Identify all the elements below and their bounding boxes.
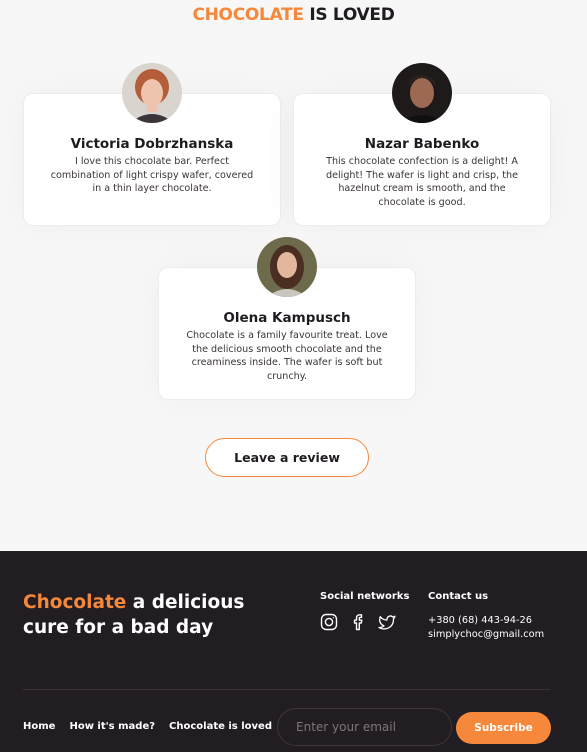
footer-nav: Home How it's made? Chocolate is loved <box>23 721 272 732</box>
review-text: This chocolate confection is a delight! … <box>326 156 518 208</box>
footer-slogan: Chocolate a delicious cure for a bad day <box>23 590 283 640</box>
subscribe-button[interactable]: Subscribe <box>456 712 551 744</box>
page: CHOCOLATE IS LOVED Victoria Dobrzhanska … <box>0 0 587 752</box>
section-title-accent: CHOCOLATE <box>192 5 304 25</box>
social-networks-title: Social networks <box>320 591 410 602</box>
avatar <box>122 63 182 123</box>
reviewer-name: Olena Kampusch <box>223 310 351 326</box>
section-title: CHOCOLATE IS LOVED <box>0 5 587 25</box>
section-title-rest: IS LOVED <box>303 5 395 25</box>
contact-info: +380 (68) 443-94-26 simplychoc@gmail.com <box>428 614 544 642</box>
facebook-icon[interactable] <box>349 613 367 631</box>
contact-us-title: Contact us <box>428 591 489 602</box>
footer-divider <box>23 689 550 690</box>
reviewer-name: Nazar Babenko <box>364 136 480 152</box>
nav-link-home[interactable]: Home <box>23 721 55 732</box>
review-text: Chocolate is a family favourite treat. L… <box>186 330 388 382</box>
instagram-icon[interactable] <box>320 613 338 631</box>
footer-slogan-accent: Chocolate <box>23 592 127 613</box>
social-icons <box>320 613 396 631</box>
avatar <box>392 63 452 123</box>
nav-link-how-its-made[interactable]: How it's made? <box>69 721 155 732</box>
email-input[interactable] <box>277 708 452 746</box>
review-text: I love this chocolate bar. Perfect combi… <box>50 156 254 194</box>
twitter-icon[interactable] <box>378 613 396 631</box>
footer: Chocolate a delicious cure for a bad day… <box>0 551 587 752</box>
nav-link-chocolate-is-loved[interactable]: Chocolate is loved <box>169 721 272 732</box>
avatar <box>257 237 317 297</box>
contact-phone[interactable]: +380 (68) 443-94-26 <box>428 614 544 628</box>
contact-email[interactable]: simplychoc@gmail.com <box>428 628 544 642</box>
leave-review-button[interactable]: Leave a review <box>205 438 369 477</box>
reviewer-name: Victoria Dobrzhanska <box>70 136 234 152</box>
